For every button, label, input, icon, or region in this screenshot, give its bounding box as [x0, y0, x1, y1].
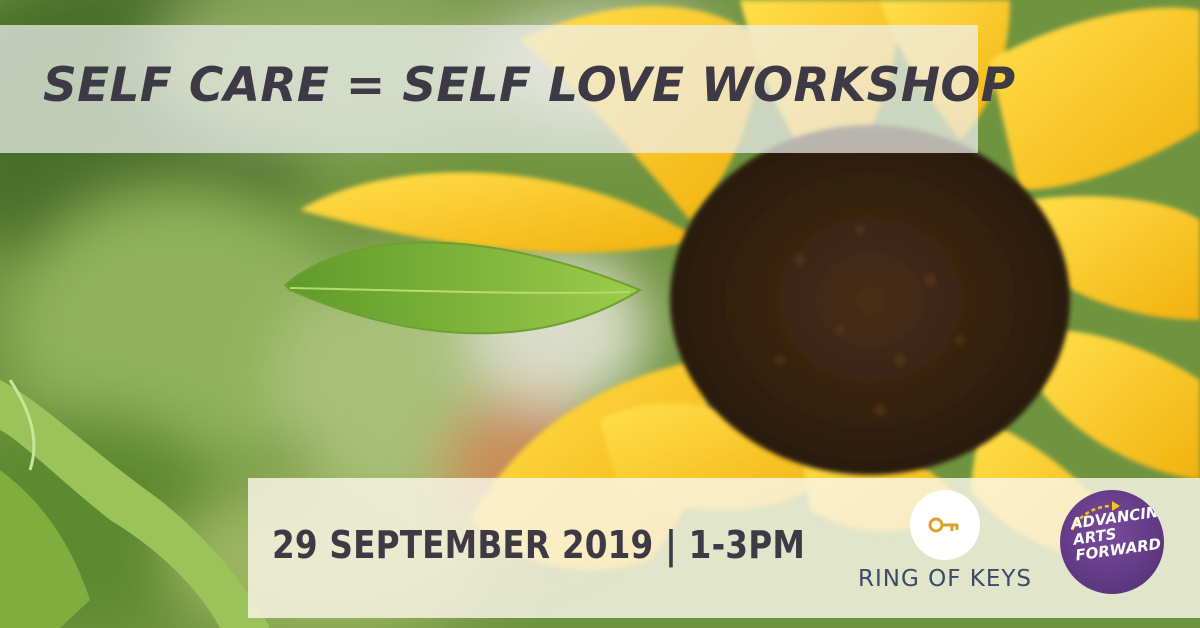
ring-of-keys-wordmark: RING OF KEYS [857, 566, 1032, 592]
ring-of-keys-logo: RING OF KEYS [850, 488, 1040, 612]
key-icon [928, 517, 959, 533]
advancing-arts-forward-logo: ADVANCING ARTS FORWARD [1060, 490, 1164, 594]
event-date-time: 29 SEPTEMBER 2019 | 1-3PM [272, 523, 806, 567]
ring-of-keys-circle [910, 490, 980, 560]
event-title: SELF CARE = SELF LOVE WORKSHOP [43, 58, 1016, 113]
